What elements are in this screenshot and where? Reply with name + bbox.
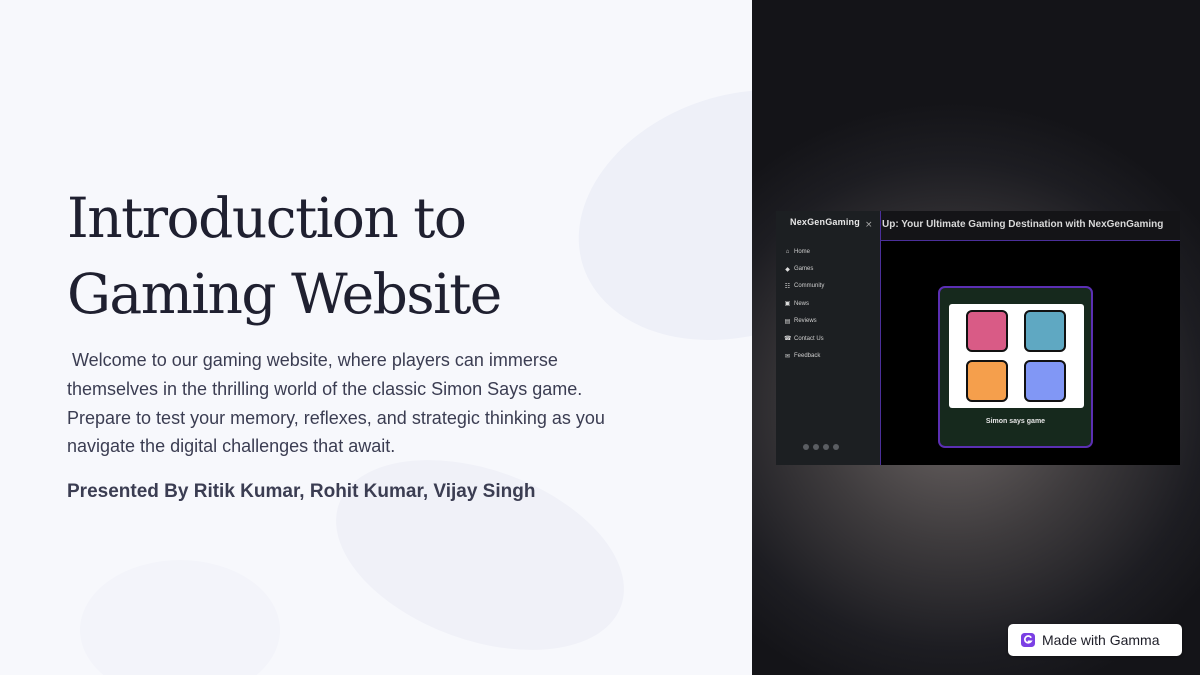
close-icon: × — [865, 220, 873, 230]
background-shape — [309, 423, 651, 675]
simon-pad-pink — [966, 310, 1008, 352]
phone-icon: ☎ — [784, 336, 792, 343]
simon-pad-blue — [1024, 360, 1066, 402]
slide-image-panel: NexGenGaming × ⌂ Home ◆ Games ☷ Communit… — [752, 0, 1200, 675]
simon-game-label: Simon says game — [985, 418, 1046, 425]
simon-game-board — [949, 304, 1084, 408]
screenshot-sidebar: NexGenGaming × ⌂ Home ◆ Games ☷ Communit… — [776, 211, 881, 465]
screenshot-nav-item: ✉ Feedback — [784, 347, 824, 364]
made-with-gamma-badge[interactable]: Made with Gamma — [1008, 624, 1182, 656]
screenshot-nav-label: Community — [794, 283, 825, 290]
simon-pad-orange — [966, 360, 1008, 402]
youtube-icon — [833, 444, 839, 450]
body-text-line: navigate the digital challenges that awa… — [67, 436, 396, 457]
screenshot-header-title: Up: Your Ultimate Gaming Destination wit… — [882, 219, 1164, 230]
body-text-line: Prepare to test your memory, reflexes, a… — [67, 407, 605, 428]
screenshot-header: Up: Your Ultimate Gaming Destination wit… — [881, 211, 1180, 241]
screenshot-nav-label: News — [794, 300, 810, 307]
instagram-icon — [823, 444, 829, 450]
feedback-icon: ✉ — [784, 353, 791, 360]
screenshot-nav-item: ⌂ Home — [784, 243, 824, 260]
community-icon: ☷ — [784, 283, 791, 290]
slide-body-text: Welcome to our gaming website, where pla… — [67, 346, 697, 461]
body-text-line: Welcome to our gaming website, where pla… — [67, 350, 558, 370]
screenshot-nav-label: Contact Us — [794, 335, 824, 342]
twitter-icon — [813, 444, 819, 450]
screenshot-nav-label: Games — [794, 266, 814, 273]
screenshot-nav-label: Home — [794, 248, 811, 255]
simon-game-card: Simon says game — [938, 286, 1093, 448]
slide-title: Introduction to Gaming Website — [67, 180, 707, 332]
screenshot-nav: ⌂ Home ◆ Games ☷ Community ▣ News ▤ Revi… — [784, 243, 824, 365]
slide-title-line: Gaming Website — [67, 262, 502, 326]
screenshot-nav-item: ▤ Reviews — [784, 313, 824, 330]
made-with-gamma-label: Made with Gamma — [1042, 632, 1160, 648]
simon-pad-teal — [1024, 310, 1066, 352]
news-icon: ▣ — [784, 301, 791, 308]
home-icon: ⌂ — [785, 248, 790, 255]
website-screenshot: NexGenGaming × ⌂ Home ◆ Games ☷ Communit… — [776, 211, 1180, 465]
screenshot-nav-item: ▣ News — [784, 295, 824, 312]
background-shape — [80, 560, 280, 675]
social-icons — [803, 444, 839, 450]
presenters-line: Presented By Ritik Kumar, Rohit Kumar, V… — [67, 481, 536, 502]
screenshot-logo: NexGenGaming — [790, 217, 860, 227]
screenshot-nav-item: ☷ Community — [784, 278, 825, 295]
slide-content-panel: Introduction to Gaming Website Welcome t… — [0, 0, 752, 675]
screenshot-nav-item: ◆ Games — [784, 260, 824, 277]
screenshot-nav-label: Feedback — [794, 353, 821, 360]
slide-title-line: Introduction to — [67, 186, 467, 250]
body-text-line: themselves in the thrilling world of the… — [67, 378, 583, 399]
gamepad-icon: ◆ — [785, 266, 790, 273]
screenshot-nav-item: ☎ Contact Us — [784, 330, 824, 347]
screenshot-nav-label: Reviews — [794, 318, 817, 325]
reviews-icon: ▤ — [784, 318, 791, 325]
gamma-logo-icon — [1021, 633, 1035, 647]
facebook-icon — [803, 444, 809, 450]
